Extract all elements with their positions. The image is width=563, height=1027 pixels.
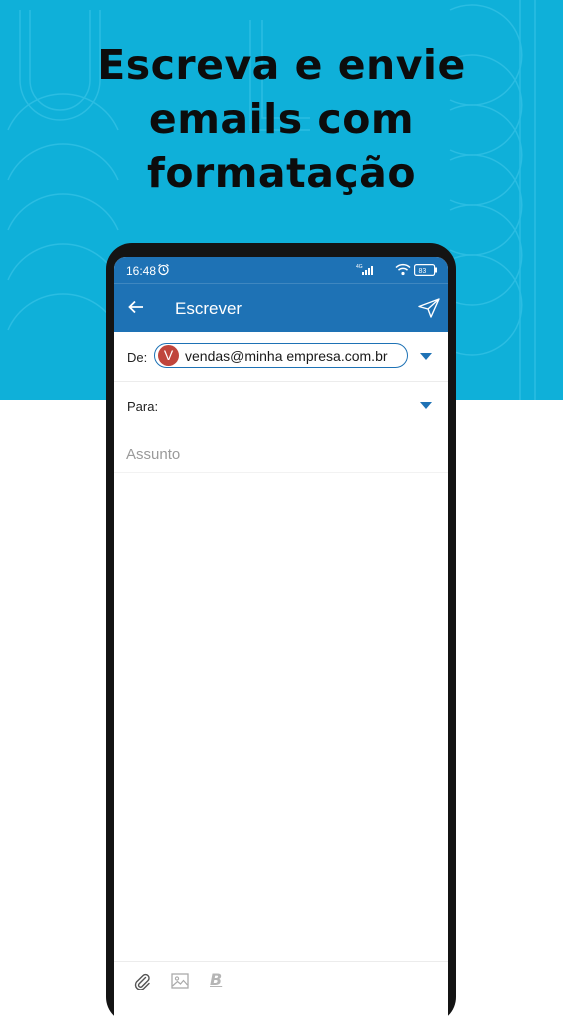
from-row: De: V vendas@minha empresa.com.br [114, 332, 448, 382]
network-type-label: 4G [356, 264, 363, 270]
wifi-icon [395, 263, 411, 276]
status-bar: 16:48 4G 83 [114, 257, 448, 283]
screen-title: Escrever [175, 299, 243, 318]
from-address-chip[interactable]: V vendas@minha empresa.com.br [154, 343, 408, 368]
to-row[interactable]: Para: [114, 381, 448, 430]
phone-screen: 16:48 4G 83 Escrever De: V vendas@minha … [114, 257, 448, 1027]
from-email: vendas@minha empresa.com.br [185, 348, 388, 364]
headline-line-1: Escreva e envie [97, 41, 466, 89]
headline: Escreva e envie emails com formatação [0, 38, 563, 200]
status-time: 16:48 [126, 264, 157, 278]
subject-input[interactable] [126, 442, 426, 466]
bold-format-icon[interactable]: B [210, 970, 222, 989]
send-icon[interactable] [418, 298, 440, 318]
back-arrow-icon[interactable] [128, 300, 144, 314]
attachment-icon[interactable] [133, 972, 151, 990]
headline-line-3: formatação [146, 149, 417, 197]
message-body-input[interactable] [126, 479, 440, 953]
divider [114, 472, 448, 473]
avatar: V [158, 345, 179, 366]
chevron-down-icon[interactable] [420, 402, 432, 410]
alarm-icon [158, 263, 169, 276]
headline-line-2: emails com [148, 95, 415, 143]
phone-frame: 16:48 4G 83 Escrever De: V vendas@minha … [106, 243, 456, 1027]
format-toolbar: B [114, 961, 448, 1002]
battery-icon: 83 [414, 264, 437, 276]
signal-icon: 4G [356, 264, 373, 275]
from-label: De: [127, 350, 148, 365]
image-icon[interactable] [171, 972, 189, 990]
chevron-down-icon[interactable] [420, 353, 432, 361]
battery-level: 83 [419, 268, 427, 275]
app-bar: Escrever [114, 283, 448, 332]
to-label: Para: [127, 399, 159, 414]
